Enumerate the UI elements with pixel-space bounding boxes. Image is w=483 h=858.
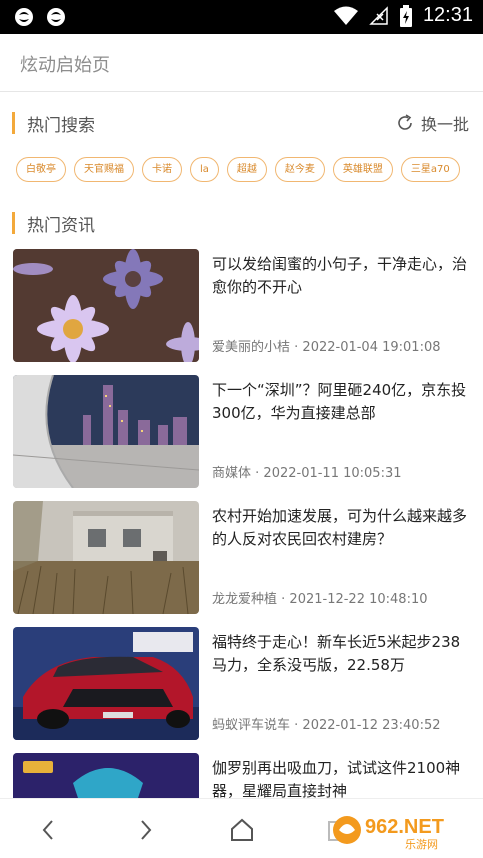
section-accent-bar — [12, 212, 15, 234]
news-meta: 商媒体 · 2022-01-11 10:05:31 — [212, 466, 402, 481]
section-accent-bar — [12, 112, 15, 134]
news-title: 下一个“深圳”？阿里砸240亿，京东投300亿，华为直接建总部 — [212, 381, 467, 422]
news-title: 农村开始加速发展，可为什么越来越多的人反对农民回农村建房？ — [212, 507, 468, 548]
hot-search-header: 热门搜索 — [12, 110, 95, 136]
app-notification-icon — [15, 8, 33, 26]
news-item[interactable]: 可以发给闺蜜的小句子，干净走心，治愈你的不开心 爱美丽的小桔 · 2022-01… — [13, 249, 473, 362]
status-bar: 12:31 — [0, 0, 483, 34]
home-icon[interactable] — [229, 817, 255, 843]
news-time: 2021-12-22 10:48:10 — [289, 592, 428, 607]
news-thumbnail-game — [13, 753, 199, 798]
news-source: 蚂蚁评车说车 — [212, 718, 291, 733]
search-tag[interactable]: 超越 — [226, 157, 267, 182]
hot-search-tags: 白敬亭 天官赐福 卡诺 la 超越 赵今麦 英雄联盟 三星a70 — [16, 157, 460, 182]
news-time: 2022-01-11 10:05:31 — [263, 466, 402, 481]
search-tag[interactable]: 三星a70 — [400, 157, 460, 182]
hot-search-title: 热门搜索 — [27, 115, 95, 136]
app-header: 炫动启始页 — [0, 34, 483, 92]
watermark-text: 962.NET — [365, 816, 444, 838]
news-thumbnail-house — [13, 501, 199, 614]
refresh-label: 换一批 — [420, 115, 469, 134]
status-time: 12:31 — [422, 4, 473, 26]
news-source: 商媒体 — [212, 466, 252, 481]
news-source: 龙龙爱种植 — [212, 592, 278, 607]
news-thumbnail-car — [13, 627, 199, 740]
refresh-button[interactable]: 换一批 — [395, 111, 469, 135]
hot-news-title: 热门资讯 — [27, 215, 95, 236]
news-title: 可以发给闺蜜的小句子，干净走心，治愈你的不开心 — [212, 255, 468, 296]
search-tag[interactable]: 白敬亭 — [16, 157, 66, 182]
news-item[interactable]: 伽罗别再出吸血刀，试试这件2100神器，星耀局直接封神 — [13, 753, 473, 798]
news-meta: 龙龙爱种植 · 2021-12-22 10:48:10 — [212, 592, 428, 607]
news-time: 2022-01-04 19:01:08 — [302, 340, 441, 355]
news-thumbnail-city — [13, 375, 199, 488]
search-tag[interactable]: 天官赐福 — [74, 157, 134, 182]
watermark-subtext: 乐游网 — [405, 838, 438, 851]
search-tag[interactable]: la — [190, 157, 219, 182]
wifi-icon — [333, 6, 358, 25]
search-tag[interactable]: 赵今麦 — [274, 157, 325, 182]
hot-news-header: 热门资讯 — [12, 210, 95, 236]
refresh-icon — [398, 114, 412, 130]
search-tag[interactable]: 英雄联盟 — [332, 157, 393, 182]
news-thumbnail-flowers — [13, 249, 199, 362]
site-watermark: 962.NET 乐游网 — [327, 808, 477, 854]
back-icon[interactable] — [36, 817, 62, 843]
news-meta: 蚂蚁评车说车 · 2022-01-12 23:40:52 — [212, 718, 441, 733]
news-item[interactable]: 农村开始加速发展，可为什么越来越多的人反对农民回农村建房？ 龙龙爱种植 · 20… — [13, 501, 473, 614]
news-meta: 爱美丽的小桔 · 2022-01-04 19:01:08 — [212, 340, 441, 355]
status-app-icons — [14, 7, 66, 27]
news-time: 2022-01-12 23:40:52 — [302, 718, 441, 733]
app-notification-icon — [47, 8, 65, 26]
news-item[interactable]: 福特终于走心！新车长近5米起步238马力，全系没丐版，22.58万 蚂蚁评车说车… — [13, 627, 473, 740]
search-tag[interactable]: 卡诺 — [142, 157, 182, 182]
news-item[interactable]: 下一个“深圳”？阿里砸240亿，京东投300亿，华为直接建总部 商媒体 · 20… — [13, 375, 473, 488]
battery-icon — [399, 4, 412, 27]
signal-icon — [369, 5, 388, 25]
news-title: 福特终于走心！新车长近5米起步238马力，全系没丐版，22.58万 — [212, 633, 461, 674]
page-title: 炫动启始页 — [20, 55, 110, 76]
news-source: 爱美丽的小桔 — [212, 340, 291, 355]
forward-icon[interactable] — [132, 817, 158, 843]
news-title: 伽罗别再出吸血刀，试试这件2100神器，星耀局直接封神 — [212, 759, 461, 798]
